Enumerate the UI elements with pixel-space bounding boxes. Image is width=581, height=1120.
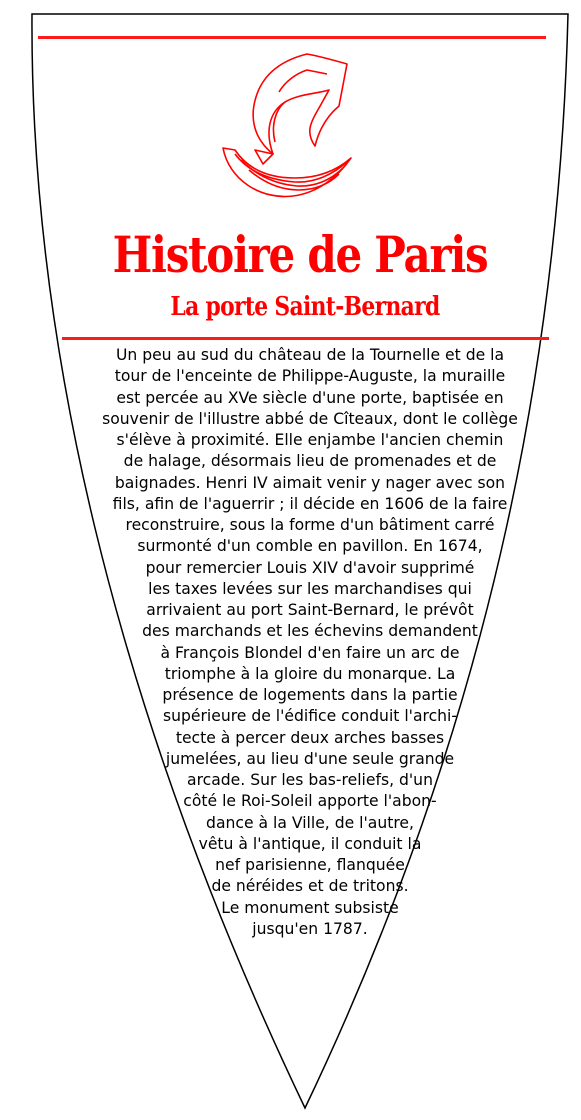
body-line: tour de l'enceinte de Philippe-Auguste, … [114, 367, 506, 386]
plaque-subtitle: La porte Saint-Bernard [170, 292, 440, 322]
body-line: reconstruire, sous la forme d'un bâtimen… [125, 516, 495, 534]
body-line: pour remercier Louis XIV d'avoir supprim… [145, 558, 475, 577]
body-line: tecte à percer deux arches basses [175, 728, 445, 747]
paris-ship-logo-icon [222, 53, 352, 198]
body-line: supérieure de l'édifice conduit l'archi- [162, 707, 458, 726]
body-line: de néréides et de tritons. [211, 877, 409, 896]
body-line: jusqu'en 1787. [252, 919, 368, 938]
title-divider [62, 337, 549, 340]
body-line: à François Blondel d'en faire un arc de [160, 643, 460, 662]
body-line: dance à la Ville, de l'autre, [206, 813, 414, 832]
body-line: Le monument subsiste [221, 898, 399, 917]
plaque-body-text: Un peu au sud du château de la Tournelle… [50, 345, 570, 940]
body-line: jumelées, au lieu d'une seule grande [165, 749, 455, 768]
body-line: présence de logements dans la partie [162, 686, 458, 704]
body-line: s'élève à proximité. Elle enjambe l'anci… [116, 431, 504, 449]
body-line: fils, afin de l'aguerrir ; il décide en … [112, 494, 508, 513]
body-line: est percée au XVe siècle d'une porte, ba… [116, 388, 504, 407]
top-divider [38, 36, 546, 39]
body-line: arcade. Sur les bas-reliefs, d'un [187, 771, 433, 789]
body-line: les taxes levées sur les marchandises qu… [148, 579, 472, 598]
body-line: des marchands et les échevins demandent [142, 622, 478, 641]
body-line: de halage, désormais lieu de promenades … [123, 452, 497, 471]
body-line: triomphe à la gloire du monarque. La [164, 664, 456, 683]
body-line: souvenir de l'illustre abbé de Cîteaux, … [102, 409, 518, 428]
body-line: vêtu à l'antique, il conduit la [198, 834, 422, 853]
plaque-title: Histoire de Paris [112, 225, 489, 284]
body-line: côté le Roi-Soleil apporte l'abon- [183, 792, 437, 811]
body-line: baignades. Henri IV aimait venir y nager… [114, 473, 506, 492]
body-line: Un peu au sud du château de la Tournelle… [115, 346, 505, 364]
body-line: nef parisienne, flanquée [215, 856, 405, 874]
body-line: arrivaient au port Saint-Bernard, le pré… [146, 601, 474, 619]
body-line: surmonté d'un comble en pavillon. En 167… [137, 537, 483, 556]
